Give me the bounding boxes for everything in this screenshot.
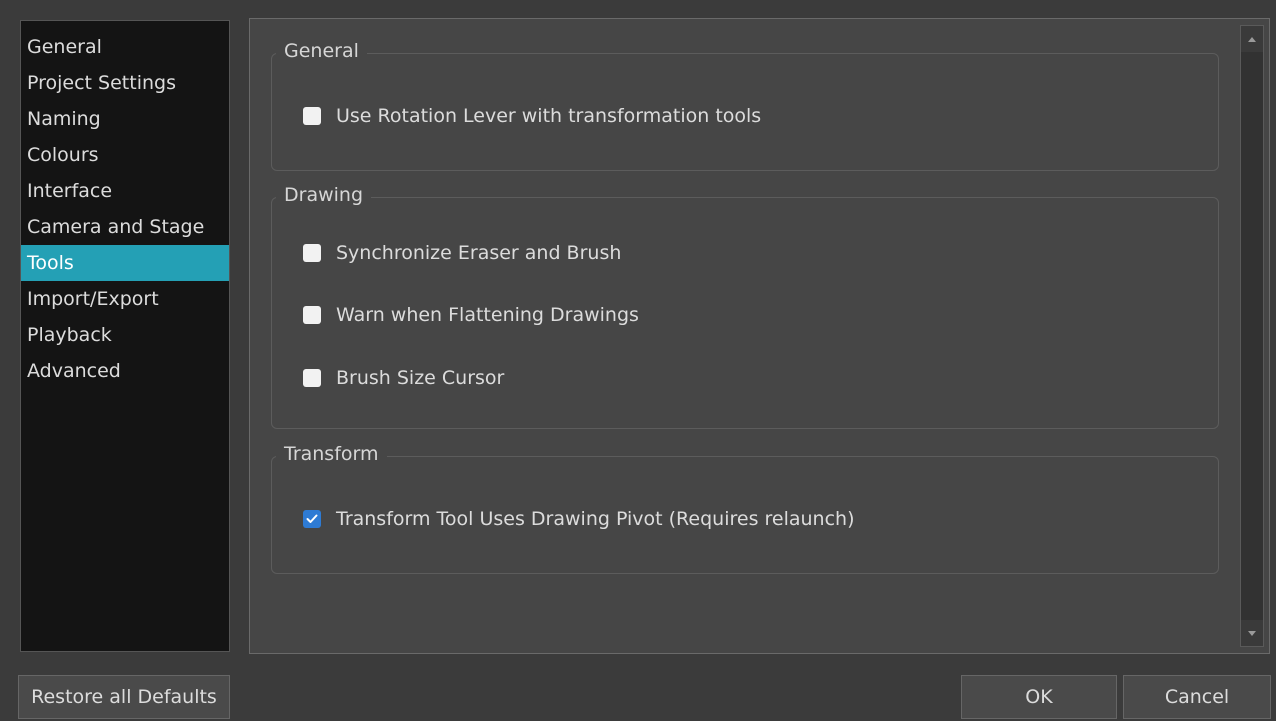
- sidebar-item-tools[interactable]: Tools: [21, 245, 229, 281]
- sidebar-item-playback[interactable]: Playback: [21, 317, 229, 353]
- ok-button[interactable]: OK: [961, 675, 1117, 719]
- sidebar-item-colours[interactable]: Colours: [21, 137, 229, 173]
- use-rotation-lever-checkbox[interactable]: [303, 107, 321, 125]
- scroll-up-arrow-icon[interactable]: [1241, 26, 1263, 52]
- group-title-general: General: [276, 38, 367, 64]
- option-synchronize-eraser-brush[interactable]: Synchronize Eraser and Brush: [303, 241, 621, 265]
- option-use-rotation-lever[interactable]: Use Rotation Lever with transformation t…: [303, 104, 761, 128]
- drawing-group: Drawing Synchronize Eraser and Brush War…: [271, 182, 1219, 429]
- preferences-category-list[interactable]: General Project Settings Naming Colours …: [20, 20, 230, 652]
- cancel-button[interactable]: Cancel: [1123, 675, 1271, 719]
- option-label: Transform Tool Uses Drawing Pivot (Requi…: [336, 508, 855, 530]
- transform-group: Transform Transform Tool Uses Drawing Pi…: [271, 441, 1219, 574]
- option-label: Warn when Flattening Drawings: [336, 304, 639, 326]
- option-label: Use Rotation Lever with transformation t…: [336, 105, 762, 127]
- sidebar-item-general[interactable]: General: [21, 29, 229, 65]
- scroll-down-arrow-icon[interactable]: [1241, 620, 1263, 646]
- option-label: Synchronize Eraser and Brush: [336, 242, 622, 264]
- restore-all-defaults-button[interactable]: Restore all Defaults: [18, 675, 230, 719]
- option-transform-tool-drawing-pivot[interactable]: Transform Tool Uses Drawing Pivot (Requi…: [303, 507, 855, 531]
- checkmark-icon: [306, 514, 318, 523]
- synchronize-eraser-brush-checkbox[interactable]: [303, 244, 321, 262]
- sidebar-item-import-export[interactable]: Import/Export: [21, 281, 229, 317]
- option-brush-size-cursor[interactable]: Brush Size Cursor: [303, 366, 504, 390]
- vertical-scrollbar[interactable]: [1240, 25, 1264, 647]
- option-label: Brush Size Cursor: [336, 367, 505, 389]
- sidebar-item-camera-and-stage[interactable]: Camera and Stage: [21, 209, 229, 245]
- tools-settings-panel: General Use Rotation Lever with transfor…: [249, 18, 1270, 654]
- transform-tool-drawing-pivot-checkbox[interactable]: [303, 510, 321, 528]
- sidebar-item-naming[interactable]: Naming: [21, 101, 229, 137]
- sidebar-item-advanced[interactable]: Advanced: [21, 353, 229, 389]
- option-warn-flattening[interactable]: Warn when Flattening Drawings: [303, 303, 639, 327]
- scrollbar-track[interactable]: [1241, 52, 1263, 620]
- brush-size-cursor-checkbox[interactable]: [303, 369, 321, 387]
- sidebar-item-project-settings[interactable]: Project Settings: [21, 65, 229, 101]
- sidebar-item-interface[interactable]: Interface: [21, 173, 229, 209]
- warn-flattening-checkbox[interactable]: [303, 306, 321, 324]
- general-group: General Use Rotation Lever with transfor…: [271, 38, 1219, 171]
- group-title-drawing: Drawing: [276, 182, 372, 208]
- group-title-transform: Transform: [276, 441, 387, 467]
